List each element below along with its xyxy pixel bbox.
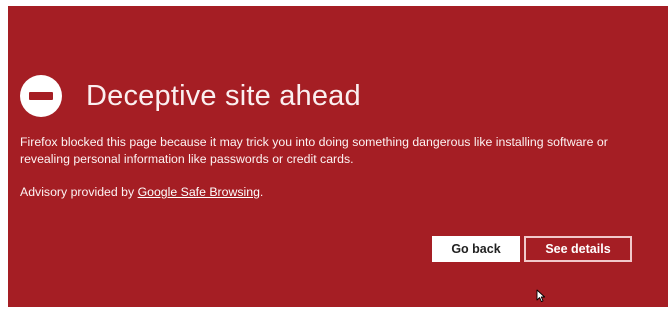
- advisory-suffix: .: [259, 185, 264, 199]
- warning-description-line-1: Firefox blocked this page because it may…: [20, 135, 608, 149]
- browser-content: Deceptive site ahead Firefox blocked thi…: [8, 6, 668, 307]
- arrow-cursor-icon: [536, 289, 546, 303]
- advisory-text: Advisory provided by Google Safe Browsin…: [20, 185, 263, 199]
- page-title: Deceptive site ahead: [86, 79, 361, 112]
- see-details-button[interactable]: See details: [524, 236, 632, 262]
- blocked-icon-bar: [29, 92, 53, 100]
- warning-description: Firefox blocked this page because it may…: [20, 134, 668, 168]
- deceptive-site-warning-panel: Deceptive site ahead Firefox blocked thi…: [8, 6, 668, 307]
- warning-header: Deceptive site ahead: [20, 72, 361, 120]
- advisory-prefix: Advisory provided by: [20, 185, 138, 199]
- go-back-button[interactable]: Go back: [432, 236, 520, 262]
- warning-description-line-2: revealing personal information like pass…: [20, 152, 354, 166]
- blocked-icon: [20, 75, 62, 117]
- google-safe-browsing-link[interactable]: Google Safe Browsing: [138, 185, 260, 199]
